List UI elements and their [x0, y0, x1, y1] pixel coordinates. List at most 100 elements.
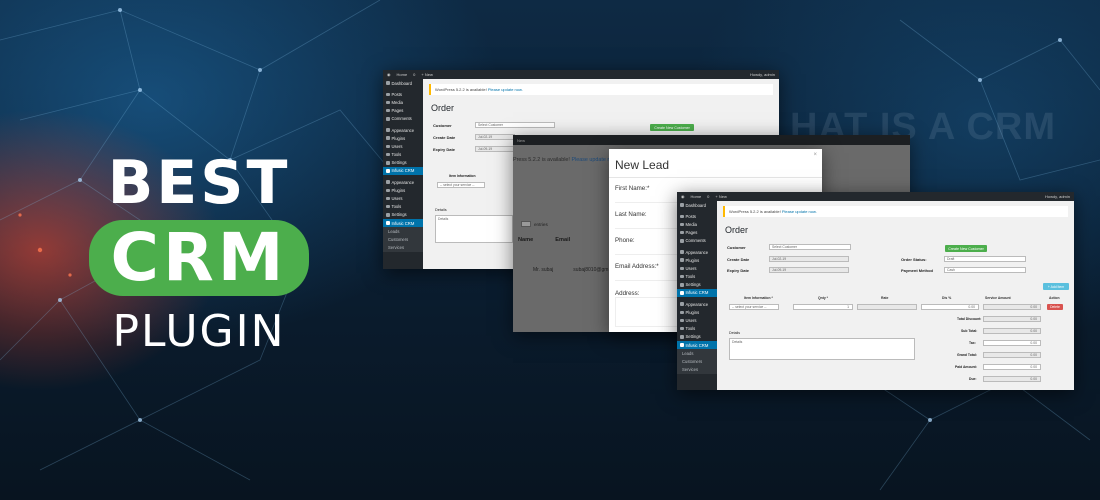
- sidebar-item-plugins-2[interactable]: Plugins: [383, 186, 423, 194]
- sub-total-field: 0.00: [983, 328, 1041, 334]
- expiry-date-field[interactable]: Jul-09-19: [769, 267, 849, 273]
- admin-bar-comments[interactable]: 0: [413, 72, 415, 77]
- qty-field[interactable]: 1: [793, 304, 853, 310]
- appearance-icon: [680, 250, 684, 254]
- rate-field[interactable]: [857, 304, 917, 310]
- sidebar-item-appearance-2[interactable]: Appearance: [383, 178, 423, 186]
- sidebar-item-dashboard[interactable]: Dashboard: [677, 201, 717, 209]
- sidebar-item-pages[interactable]: Pages: [383, 107, 423, 115]
- sidebar-item-crm[interactable]: Infusic CRM: [383, 166, 423, 176]
- sidebar-item-tools-2[interactable]: Tools: [677, 325, 717, 333]
- paid-amount-field[interactable]: 0.00: [983, 364, 1041, 370]
- wordpress-logo-icon[interactable]: ◉: [387, 72, 391, 77]
- sidebar-item-pages[interactable]: Pages: [677, 229, 717, 237]
- service-select[interactable]: -- select your service --: [437, 182, 485, 188]
- admin-bar-new[interactable]: + New: [715, 194, 726, 199]
- first-name-label: First Name:*: [615, 185, 650, 192]
- sidebar-item-settings[interactable]: Settings: [383, 159, 423, 167]
- column-name[interactable]: Name: [518, 237, 533, 243]
- close-icon[interactable]: ×: [813, 152, 817, 158]
- sidebar-item-comments[interactable]: Comments: [383, 115, 423, 123]
- update-now-link[interactable]: Please update now.: [488, 87, 523, 92]
- sidebar-item-plugins[interactable]: Plugins: [383, 134, 423, 142]
- sidebar-item-plugins-2[interactable]: Plugins: [677, 308, 717, 316]
- update-notice: WordPress 5.2.2 is available! Please upd…: [429, 84, 773, 95]
- admin-bar: ◉ Home 0 + New Howdy, admin: [677, 192, 1074, 201]
- headline-plugin: PLUGIN: [112, 306, 286, 357]
- sidebar-item-tools[interactable]: Tools: [677, 273, 717, 281]
- media-icon: [680, 222, 684, 227]
- payment-method-select[interactable]: Cash: [944, 267, 1026, 273]
- sidebar-item-plugins[interactable]: Plugins: [677, 256, 717, 264]
- wordpress-logo-icon[interactable]: ◉: [681, 194, 685, 199]
- order-status-select[interactable]: Draft: [944, 256, 1026, 262]
- table-row[interactable]: Mr. subaj subaj8010@gm: [533, 267, 608, 273]
- sidebar-item-crm-2[interactable]: Infusic CRM: [383, 219, 423, 228]
- admin-bar-howdy[interactable]: Howdy, admin: [750, 72, 775, 77]
- sidebar-item-appearance[interactable]: Appearance: [383, 126, 423, 134]
- service-select[interactable]: -- select your service --: [729, 304, 779, 310]
- admin-bar-new[interactable]: + New: [421, 72, 432, 77]
- sidebar-item-tools[interactable]: Tools: [383, 151, 423, 159]
- column-email[interactable]: Email: [555, 237, 570, 243]
- expiry-date-field[interactable]: Jul-09-19: [475, 146, 515, 152]
- sidebar-subitem-leads[interactable]: Leads: [677, 349, 717, 358]
- appearance-icon: [386, 180, 390, 184]
- entries-select[interactable]: [521, 221, 531, 227]
- sidebar-item-settings-2[interactable]: Settings: [383, 211, 423, 219]
- sidebar-item-comments[interactable]: Comments: [677, 237, 717, 245]
- crm-icon: [680, 343, 684, 347]
- sidebar-subitem-leads[interactable]: Leads: [383, 227, 423, 236]
- sidebar-item-users[interactable]: Users: [383, 142, 423, 150]
- item-info-header: Item Information: [449, 174, 476, 178]
- address-label: Address:: [615, 290, 640, 297]
- sidebar-item-users[interactable]: Users: [677, 264, 717, 272]
- create-customer-button[interactable]: Create New Customer: [650, 124, 694, 131]
- sidebar-subitem-customers[interactable]: Customers: [677, 357, 717, 366]
- discount-field[interactable]: 0.00: [921, 304, 979, 310]
- admin-bar-comments[interactable]: 0: [707, 194, 709, 199]
- update-now-link[interactable]: Please update now.: [782, 209, 817, 214]
- details-textarea[interactable]: Details: [729, 338, 915, 360]
- users-icon: [680, 266, 684, 271]
- sidebar-item-tools-2[interactable]: Tools: [383, 203, 423, 211]
- sidebar-item-settings-2[interactable]: Settings: [677, 333, 717, 341]
- tools-icon: [680, 326, 684, 331]
- sidebar-subitem-customers[interactable]: Customers: [383, 235, 423, 244]
- sidebar-item-crm-2[interactable]: Infusic CRM: [677, 341, 717, 350]
- delete-row-button[interactable]: Delete: [1047, 304, 1063, 310]
- admin-bar-howdy[interactable]: Howdy, admin: [1045, 194, 1070, 199]
- add-item-button[interactable]: + Add Item: [1043, 283, 1069, 290]
- sidebar-subitem-services[interactable]: Services: [383, 243, 423, 252]
- sidebar-item-crm[interactable]: Infusic CRM: [677, 288, 717, 298]
- sidebar-item-settings[interactable]: Settings: [677, 281, 717, 289]
- sidebar-item-users-2[interactable]: Users: [677, 316, 717, 324]
- sidebar-item-media[interactable]: Media: [383, 98, 423, 106]
- tax-field[interactable]: 0.00: [983, 340, 1041, 346]
- settings-icon: [680, 335, 684, 339]
- sidebar-item-posts[interactable]: Posts: [383, 90, 423, 98]
- sidebar-item-media[interactable]: Media: [677, 220, 717, 228]
- plugins-icon: [386, 188, 390, 193]
- customer-select[interactable]: Select Customer: [475, 122, 555, 128]
- total-discount-field: 0.00: [983, 316, 1041, 322]
- service-amount-field[interactable]: 0.00: [983, 304, 1041, 310]
- details-textarea[interactable]: Details: [435, 215, 513, 243]
- sidebar-item-appearance[interactable]: Appearance: [677, 248, 717, 256]
- sidebar-subitem-services[interactable]: Services: [677, 365, 717, 374]
- tax-label: Tax:: [969, 341, 976, 345]
- create-date-field[interactable]: Jul-02-19: [769, 256, 849, 262]
- email-label: Email Address:*: [615, 263, 659, 270]
- sidebar-item-dashboard[interactable]: Dashboard: [383, 79, 423, 87]
- grand-total-field: 0.00: [983, 352, 1041, 358]
- sidebar-item-posts[interactable]: Posts: [677, 212, 717, 220]
- appearance-icon: [386, 128, 390, 132]
- sidebar-item-appearance-2[interactable]: Appearance: [677, 300, 717, 308]
- customer-select[interactable]: Select Customer: [769, 244, 851, 250]
- create-customer-button[interactable]: Create New Customer: [945, 245, 987, 252]
- sidebar-item-users-2[interactable]: Users: [383, 194, 423, 202]
- admin-bar-home[interactable]: Home: [691, 194, 702, 199]
- create-date-field[interactable]: Jul-02-19: [475, 134, 515, 140]
- admin-bar-home[interactable]: Home: [397, 72, 408, 77]
- paid-amount-label: Paid Amount:: [955, 365, 977, 369]
